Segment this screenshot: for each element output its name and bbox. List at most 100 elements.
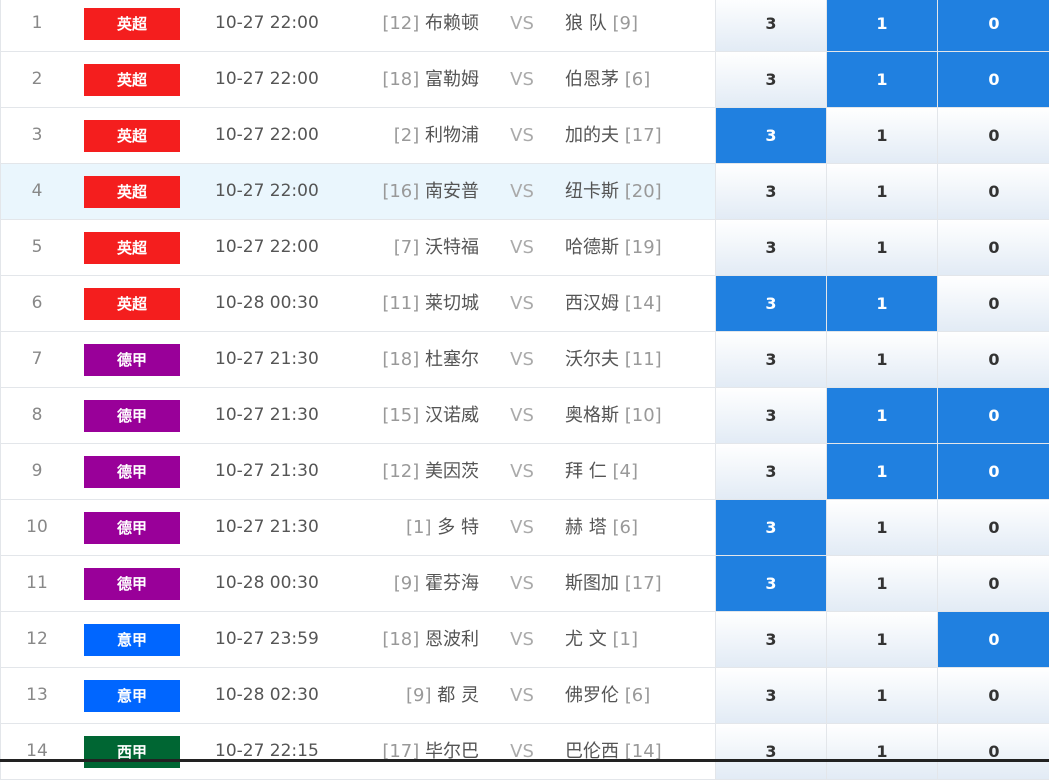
vs-label: VS <box>510 405 534 426</box>
away-team[interactable]: 赫 塔 [6] <box>565 500 638 555</box>
odd-lose-button[interactable]: 0 <box>938 164 1049 219</box>
odd-lose-button[interactable]: 0 <box>938 332 1049 387</box>
league-badge[interactable]: 英超 <box>84 232 180 264</box>
odd-lose-button[interactable]: 0 <box>938 276 1049 331</box>
match-row: 13 意甲 10-28 02:30 [9] 都 灵 VS 佛罗伦 [6] 3 1 0 <box>0 668 1049 724</box>
home-team[interactable]: [9] 都 灵 <box>301 668 479 723</box>
odd-lose-button[interactable]: 0 <box>938 612 1049 667</box>
league-badge[interactable]: 德甲 <box>84 344 180 376</box>
away-rank: [11] <box>624 349 662 370</box>
away-team[interactable]: 沃尔夫 [11] <box>565 332 662 387</box>
away-team[interactable]: 斯图加 [17] <box>565 556 662 611</box>
league-badge[interactable]: 英超 <box>84 288 180 320</box>
odd-draw-button[interactable]: 1 <box>827 164 938 219</box>
away-team[interactable]: 西汉姆 [14] <box>565 276 662 331</box>
away-rank: [10] <box>624 405 662 426</box>
away-team[interactable]: 尤 文 [1] <box>565 612 638 667</box>
home-team[interactable]: [12] 美因茨 <box>301 444 479 499</box>
odd-win-button[interactable]: 3 <box>715 52 827 107</box>
row-index: 10 <box>26 517 48 537</box>
row-index: 8 <box>31 405 43 425</box>
league-badge[interactable]: 英超 <box>84 64 180 96</box>
home-team[interactable]: [17] 毕尔巴 <box>301 724 479 779</box>
home-team[interactable]: [15] 汉诺威 <box>301 388 479 443</box>
odd-win-button[interactable]: 3 <box>715 500 827 555</box>
away-name: 沃尔夫 <box>565 349 619 370</box>
vs-label: VS <box>510 517 534 538</box>
league-badge[interactable]: 英超 <box>84 120 180 152</box>
odd-draw-button[interactable]: 1 <box>827 444 938 499</box>
league-badge[interactable]: 意甲 <box>84 624 180 656</box>
odd-draw-button[interactable]: 1 <box>827 108 938 163</box>
vs-label: VS <box>510 461 534 482</box>
away-team[interactable]: 哈德斯 [19] <box>565 220 662 275</box>
odd-draw-button[interactable]: 1 <box>827 724 938 779</box>
away-team[interactable]: 伯恩茅 [6] <box>565 52 650 107</box>
home-team[interactable]: [18] 恩波利 <box>301 612 479 667</box>
odd-win-button[interactable]: 3 <box>715 612 827 667</box>
odd-lose-button[interactable]: 0 <box>938 388 1049 443</box>
odd-lose-button[interactable]: 0 <box>938 444 1049 499</box>
home-rank: [9] <box>393 573 420 594</box>
league-badge[interactable]: 意甲 <box>84 680 180 712</box>
odd-lose-button[interactable]: 0 <box>938 52 1049 107</box>
home-team[interactable]: [12] 布赖顿 <box>301 0 479 51</box>
odd-draw-button[interactable]: 1 <box>827 612 938 667</box>
league-badge[interactable]: 德甲 <box>84 512 180 544</box>
odd-lose-button[interactable]: 0 <box>938 108 1049 163</box>
home-rank: [9] <box>406 685 432 706</box>
away-team[interactable]: 巴伦西 [14] <box>565 724 662 779</box>
odd-win-button[interactable]: 3 <box>715 668 827 723</box>
home-team[interactable]: [2] 利物浦 <box>301 108 479 163</box>
away-team[interactable]: 狼 队 [9] <box>565 0 638 51</box>
odd-draw-button[interactable]: 1 <box>827 556 938 611</box>
odd-lose-button[interactable]: 0 <box>938 220 1049 275</box>
odd-lose-button[interactable]: 0 <box>938 500 1049 555</box>
away-team[interactable]: 奥格斯 [10] <box>565 388 662 443</box>
away-rank: [17] <box>624 573 662 594</box>
home-team[interactable]: [9] 霍芬海 <box>301 556 479 611</box>
odd-win-button[interactable]: 3 <box>715 0 827 51</box>
odd-win-button[interactable]: 3 <box>715 332 827 387</box>
home-team[interactable]: [16] 南安普 <box>301 164 479 219</box>
odd-draw-button[interactable]: 1 <box>827 220 938 275</box>
league-badge[interactable]: 西甲 <box>84 736 180 768</box>
odd-lose-button[interactable]: 0 <box>938 556 1049 611</box>
league-badge[interactable]: 英超 <box>84 8 180 40</box>
home-team[interactable]: [18] 富勒姆 <box>301 52 479 107</box>
league-badge[interactable]: 英超 <box>84 176 180 208</box>
vs-label: VS <box>510 125 534 146</box>
league-badge[interactable]: 德甲 <box>84 456 180 488</box>
odd-win-button[interactable]: 3 <box>715 388 827 443</box>
odd-draw-button[interactable]: 1 <box>827 276 938 331</box>
league-badge[interactable]: 德甲 <box>84 568 180 600</box>
odd-win-button[interactable]: 3 <box>715 164 827 219</box>
odd-lose-button[interactable]: 0 <box>938 724 1049 779</box>
away-team[interactable]: 纽卡斯 [20] <box>565 164 662 219</box>
home-team[interactable]: [11] 莱切城 <box>301 276 479 331</box>
odd-draw-button[interactable]: 1 <box>827 668 938 723</box>
odd-draw-button[interactable]: 1 <box>827 500 938 555</box>
home-team[interactable]: [7] 沃特福 <box>301 220 479 275</box>
away-team[interactable]: 佛罗伦 [6] <box>565 668 650 723</box>
odd-win-button[interactable]: 3 <box>715 556 827 611</box>
odd-win-button[interactable]: 3 <box>715 724 827 779</box>
home-name: 莱切城 <box>425 293 479 314</box>
away-team[interactable]: 拜 仁 [4] <box>565 444 638 499</box>
odd-draw-button[interactable]: 1 <box>827 0 938 51</box>
odd-draw-button[interactable]: 1 <box>827 332 938 387</box>
odd-win-button[interactable]: 3 <box>715 108 827 163</box>
odd-win-button[interactable]: 3 <box>715 276 827 331</box>
home-team[interactable]: [1] 多 特 <box>301 500 479 555</box>
odd-draw-button[interactable]: 1 <box>827 52 938 107</box>
home-team[interactable]: [18] 杜塞尔 <box>301 332 479 387</box>
home-name: 霍芬海 <box>425 573 479 594</box>
odd-win-button[interactable]: 3 <box>715 220 827 275</box>
league-badge[interactable]: 德甲 <box>84 400 180 432</box>
odd-draw-button[interactable]: 1 <box>827 388 938 443</box>
odd-win-button[interactable]: 3 <box>715 444 827 499</box>
match-row: 12 意甲 10-27 23:59 [18] 恩波利 VS 尤 文 [1] 3 1 0 <box>0 612 1049 668</box>
odd-lose-button[interactable]: 0 <box>938 0 1049 51</box>
away-team[interactable]: 加的夫 [17] <box>565 108 662 163</box>
odd-lose-button[interactable]: 0 <box>938 668 1049 723</box>
